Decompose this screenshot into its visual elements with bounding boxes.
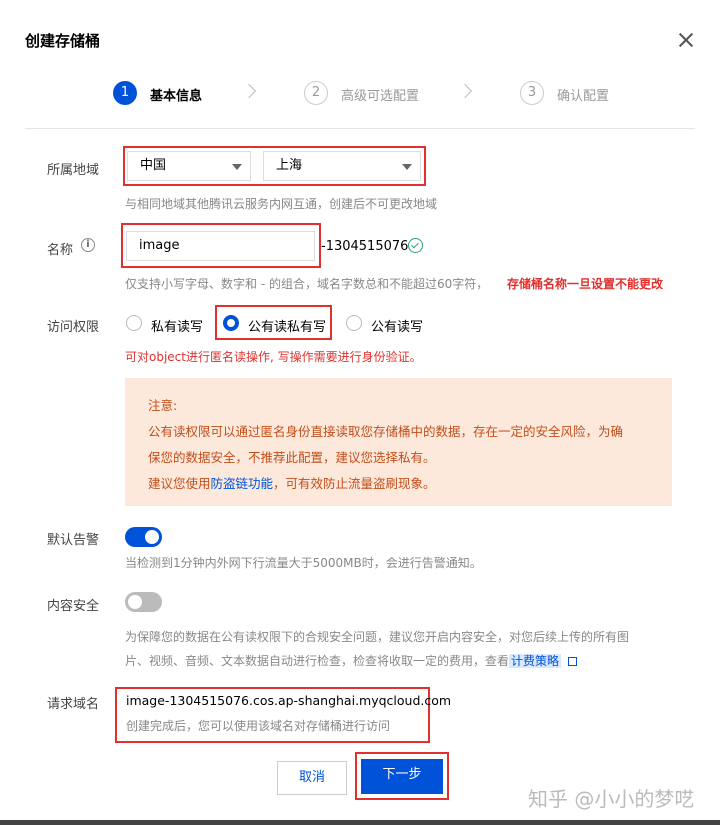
alarm-label: 默认告警 [47, 533, 100, 548]
bucket-name-input[interactable]: image [126, 231, 315, 261]
bucket-name-suffix: -1304515076 [321, 239, 409, 254]
dialog-title: 创建存储桶 [25, 32, 101, 50]
radio-label: 公有读写 [371, 320, 424, 335]
city-select[interactable]: 上海 [263, 151, 421, 181]
domain-value: image-1304515076.cos.ap-shanghai.myqclou… [126, 693, 452, 708]
content-security-hint: 为保障您的数据在公有读权限下的合规安全问题，建议您开启内容安全，对您后续上传的所… [125, 630, 630, 644]
radio-public-read[interactable] [223, 315, 239, 331]
step-1-number: 1 [113, 81, 137, 105]
region-select-value: 中国 [140, 158, 167, 173]
step-2-number: 2 [304, 81, 328, 105]
chevron-right-icon [241, 83, 257, 99]
access-label: 访问权限 [47, 320, 100, 335]
radio-public-rw[interactable] [346, 315, 362, 331]
notice-text: 建议您使用 [148, 476, 211, 491]
toggle-knob [128, 595, 142, 609]
chevron-down-icon [232, 164, 242, 170]
billing-policy-link[interactable]: 计费策略 [509, 654, 562, 668]
region-hint: 与相同地域其他腾讯云服务内网互通，创建后不可更改地域 [125, 197, 438, 211]
radio-label: 公有读私有写 [248, 320, 327, 335]
header-divider [25, 128, 695, 129]
close-icon[interactable] [676, 30, 696, 50]
watermark: 知乎 @小小的梦呓 [528, 787, 695, 811]
name-label: 名称 [47, 243, 74, 258]
external-link-icon[interactable] [567, 657, 577, 666]
step-3-number: 3 [520, 81, 544, 105]
region-select[interactable]: 中国 [127, 151, 251, 181]
cancel-button[interactable]: 取消 [277, 761, 347, 795]
content-security-hint: 片、视频、音频、文本数据自动进行检查，检查将收取一定的费用，查看 [125, 654, 510, 668]
alarm-hint: 当检测到1分钟内外网下行流量大于5000MB时，会进行告警通知。 [125, 556, 482, 570]
toggle-knob [145, 530, 159, 544]
chevron-down-icon [402, 164, 412, 170]
notice-line: 保您的数据安全，不推荐此配置，建议您选择私有。 [148, 450, 436, 465]
name-hint: 仅支持小写字母、数字和 - 的组合，域名字数总和不能超过60字符， [125, 277, 489, 291]
city-select-value: 上海 [276, 158, 303, 173]
radio-label: 私有读写 [151, 320, 204, 335]
info-icon[interactable]: i [81, 238, 95, 252]
chevron-right-icon [457, 83, 473, 99]
content-security-label: 内容安全 [47, 599, 100, 614]
notice-title: 注意: [148, 398, 178, 413]
notice-text: ，可有效防止流量盗刷现象。 [273, 476, 436, 491]
radio-private-rw[interactable] [126, 315, 142, 331]
region-label: 所属地域 [47, 163, 100, 178]
domain-label: 请求域名 [47, 697, 100, 712]
access-description: 可对object进行匿名读操作, 写操作需要进行身份验证。 [125, 350, 422, 364]
step-1-label: 基本信息 [150, 89, 203, 104]
name-warning: 存储桶名称一旦设置不能更改 [507, 277, 664, 291]
step-2-label: 高级可选配置 [341, 89, 420, 104]
alarm-toggle[interactable] [125, 527, 162, 547]
hotlink-protection-link[interactable]: 防盗链功能 [211, 476, 274, 491]
notice-line: 公有读权限可以通过匿名身份直接读取您存储桶中的数据，存在一定的安全风险，为确 [148, 424, 624, 439]
bottom-edge [0, 820, 720, 825]
domain-hint: 创建完成后，您可以使用该域名对存储桶进行访问 [126, 719, 391, 733]
next-button[interactable]: 下一步 [361, 759, 443, 794]
step-3-label: 确认配置 [557, 89, 610, 104]
check-circle-icon [408, 238, 423, 253]
content-security-toggle[interactable] [125, 592, 162, 612]
